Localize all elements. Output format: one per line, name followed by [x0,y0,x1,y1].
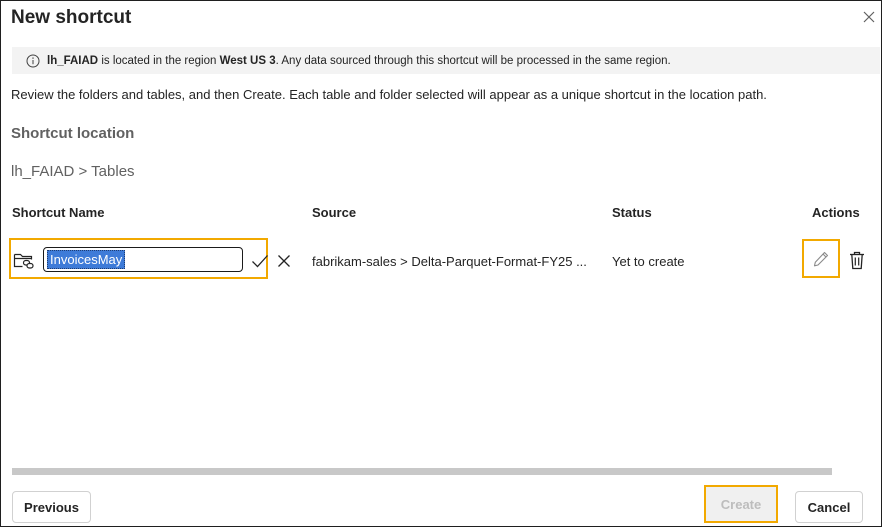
column-header-source: Source [312,205,357,220]
trash-icon[interactable] [849,251,865,270]
folder-link-icon [13,253,34,269]
region-info-bar: lh_FAIAD is located in the region West U… [12,47,880,74]
status-cell: Yet to create [612,254,685,269]
column-header-shortcut-name: Shortcut Name [12,205,105,220]
source-cell: fabrikam-sales > Delta-Parquet-Format-FY… [312,254,587,269]
cancel-button[interactable]: Cancel [795,491,863,523]
shortcut-location-path: lh_FAIAD > Tables [11,163,135,180]
info-item-name: lh_FAIAD [47,54,99,67]
column-header-status: Status [612,205,652,220]
info-region: West US 3 [219,54,276,67]
column-header-actions: Actions [812,205,860,220]
info-message: lh_FAIAD is located in the region West U… [47,55,671,67]
pencil-icon [813,251,829,266]
new-shortcut-dialog: New shortcut lh_FAIAD is located in the … [0,0,882,527]
info-icon [26,54,40,67]
shortcut-name-value[interactable]: InvoicesMay [47,250,126,269]
edit-button[interactable] [802,239,840,278]
horizontal-scrollbar[interactable] [12,468,832,475]
shortcut-name-input[interactable]: InvoicesMay [43,247,243,272]
review-description: Review the folders and tables, and then … [11,87,767,102]
create-button[interactable]: Create [704,485,778,523]
info-text-1: is located in the region [98,54,220,67]
close-icon[interactable] [861,9,877,25]
info-text-2: . Any data sourced through this shortcut… [275,54,671,67]
dismiss-icon[interactable] [277,254,291,268]
dialog-title: New shortcut [11,7,132,28]
previous-button[interactable]: Previous [12,491,91,523]
shortcut-location-label: Shortcut location [11,125,135,142]
checkmark-icon[interactable] [251,253,269,269]
